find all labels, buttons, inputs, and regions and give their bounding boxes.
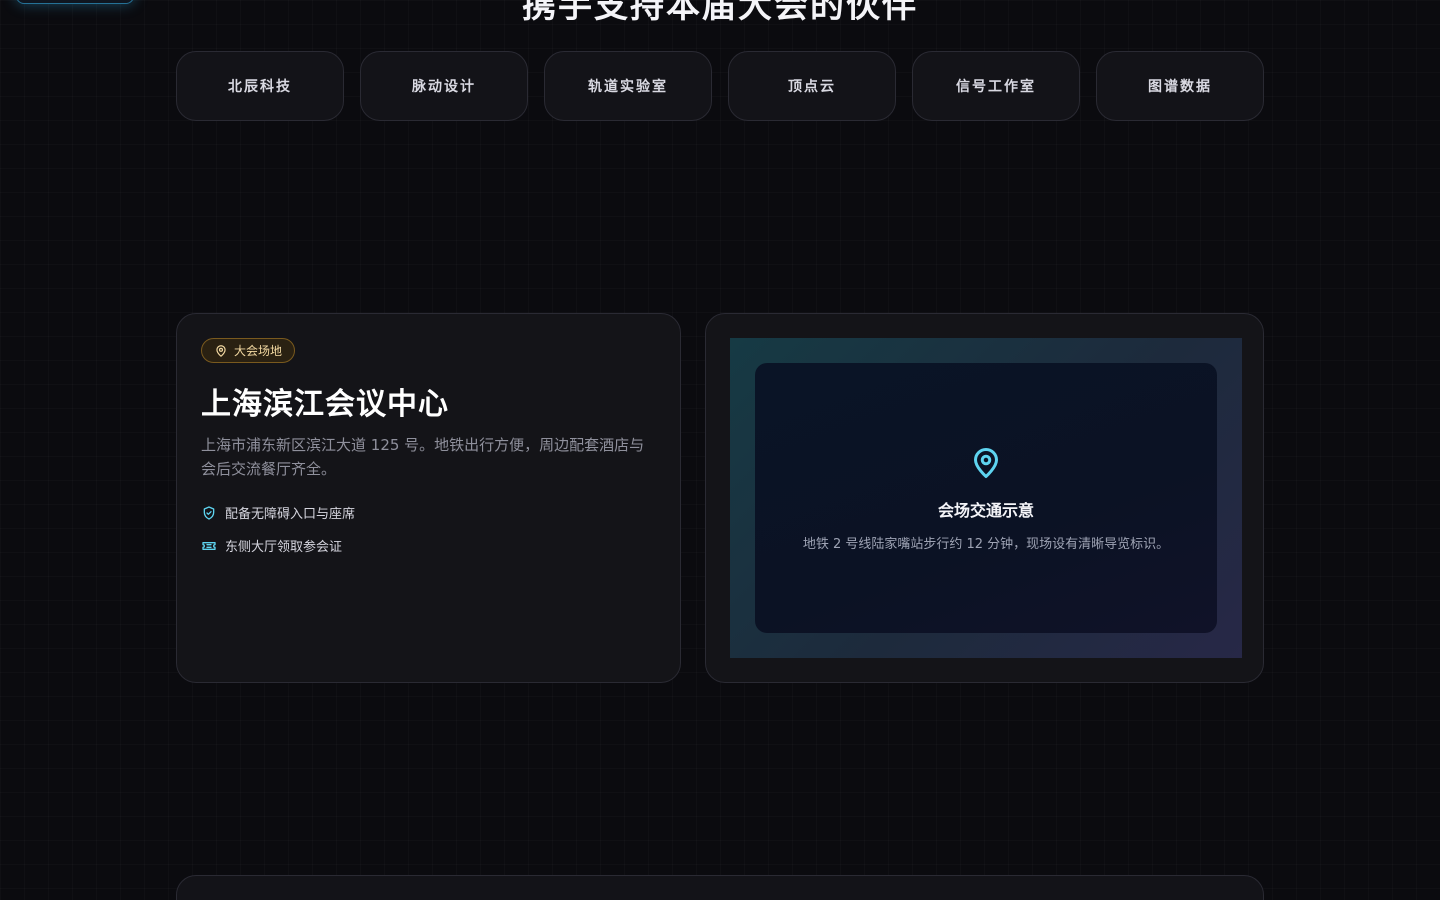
sponsor-card[interactable]: 脉动设计 bbox=[360, 51, 528, 121]
map-placeholder[interactable]: 会场交通示意 地铁 2 号线陆家嘴站步行约 12 分钟，现场设有清晰导览标识。 bbox=[755, 363, 1217, 633]
sponsor-card[interactable]: 轨道实验室 bbox=[544, 51, 712, 121]
sponsor-list: 北辰科技 脉动设计 轨道实验室 顶点云 信号工作室 图谱数据 bbox=[176, 51, 1264, 121]
venue-card: 大会场地 上海滨江会议中心 上海市浦东新区滨江大道 125 号。地铁出行方便，周… bbox=[176, 313, 681, 683]
venue-title: 上海滨江会议中心 bbox=[201, 387, 449, 422]
sponsor-card[interactable]: 信号工作室 bbox=[912, 51, 1080, 121]
map-pin-icon bbox=[216, 344, 226, 357]
map-frame: 会场交通示意 地铁 2 号线陆家嘴站步行约 12 分钟，现场设有清晰导览标识。 bbox=[730, 338, 1242, 658]
map-description: 地铁 2 号线陆家嘴站步行约 12 分钟，现场设有清晰导览标识。 bbox=[802, 536, 1170, 552]
list-item: 东侧大厅领取参会证 bbox=[201, 536, 656, 555]
ticket-icon bbox=[202, 541, 216, 550]
venue-badge: 大会场地 bbox=[201, 338, 296, 363]
shield-check-icon bbox=[203, 505, 215, 520]
section-title: 携手支持本届大会的伙伴 bbox=[522, 0, 918, 26]
sponsor-card[interactable]: 图谱数据 bbox=[1096, 51, 1264, 121]
venue-badge-label: 大会场地 bbox=[234, 344, 283, 358]
map-title: 会场交通示意 bbox=[937, 500, 1034, 520]
map-card: 会场交通示意 地铁 2 号线陆家嘴站步行约 12 分钟，现场设有清晰导览标识。 bbox=[705, 313, 1264, 683]
list-item: 配备无障碍入口与座席 bbox=[201, 503, 656, 522]
next-section-card bbox=[176, 875, 1264, 900]
feature-label: 东侧大厅领取参会证 bbox=[225, 540, 343, 555]
map-pin-icon bbox=[974, 447, 998, 478]
sponsor-card[interactable]: 顶点云 bbox=[728, 51, 896, 121]
venue-description: 上海市浦东新区滨江大道 125 号。地铁出行方便，周边配套酒店与会后交流餐厅齐全… bbox=[201, 436, 645, 478]
venue-feature-list: 配备无障碍入口与座席 东侧大厅领取参会证 bbox=[201, 503, 656, 555]
feature-label: 配备无障碍入口与座席 bbox=[225, 507, 356, 522]
sponsor-card[interactable]: 北辰科技 bbox=[176, 51, 344, 121]
